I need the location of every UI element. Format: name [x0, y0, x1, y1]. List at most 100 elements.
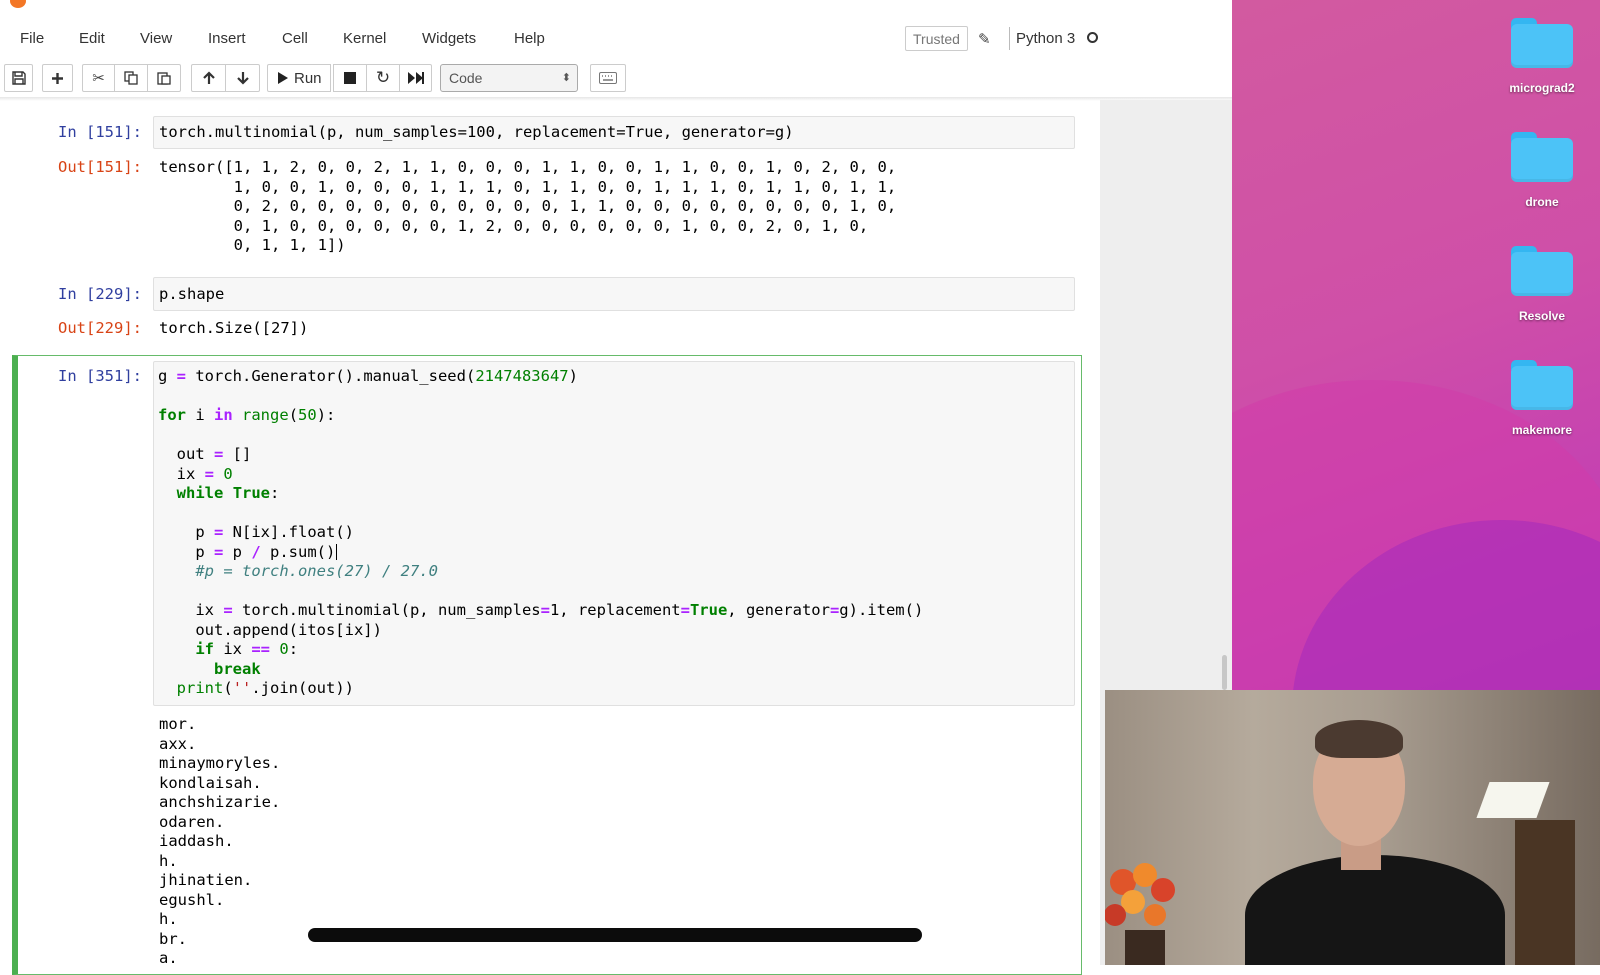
arrow-up-icon — [202, 71, 215, 84]
notebook-title-bar — [0, 0, 1232, 14]
scissors-icon: ✂ — [92, 70, 105, 87]
code-text-151: torch.multinomial(p, num_samples=100, re… — [159, 123, 794, 141]
output-line: kondlaisah. — [159, 773, 262, 792]
folder-icon — [1511, 18, 1573, 68]
code-line: print(''.join(out)) — [176, 679, 355, 697]
text-cursor — [336, 544, 338, 560]
output-line: h. — [159, 910, 178, 928]
output-line: jhinatien. — [159, 871, 253, 889]
menu-insert[interactable]: Insert — [208, 30, 246, 47]
in-prompt-229: In [229]: — [58, 285, 142, 303]
save-button[interactable] — [4, 64, 33, 92]
output-line: egushl. — [159, 890, 225, 909]
desktop-folder-resolve[interactable]: Resolve — [1487, 246, 1597, 323]
webcam-door — [1515, 820, 1575, 965]
folder-label: micrograd2 — [1509, 81, 1575, 95]
copy-button[interactable] — [114, 64, 148, 92]
folder-icon — [1511, 246, 1573, 296]
arrow-down-icon — [236, 72, 249, 85]
folder-icon — [1511, 360, 1573, 410]
keyboard-icon — [599, 72, 617, 84]
output-line: odaren. — [159, 812, 225, 831]
move-up-button[interactable] — [191, 64, 226, 92]
code-line: break — [214, 659, 261, 678]
command-palette-button[interactable] — [590, 64, 626, 92]
menu-widgets[interactable]: Widgets — [422, 30, 476, 47]
desktop-folder-makemore[interactable]: makemore — [1487, 360, 1597, 437]
cut-button[interactable]: ✂ — [82, 64, 115, 92]
code-line: torch.multinomial(p, num_samples=100, re… — [159, 123, 794, 141]
video-progress-overlay — [308, 928, 922, 942]
desktop-folder-drone[interactable]: drone — [1487, 132, 1597, 209]
add-cell-button[interactable] — [42, 64, 73, 92]
kernel-separator — [1009, 27, 1010, 50]
menu-help[interactable]: Help — [514, 30, 545, 47]
output-line: iaddash. — [159, 832, 234, 850]
output-line: a. — [159, 949, 178, 967]
edit-pencil-icon[interactable]: ✎ — [978, 30, 991, 48]
notebook-toolbar: ✂ Run ↻ Code ⬍ — [0, 61, 1232, 95]
paste-button[interactable] — [147, 64, 181, 92]
code-line: ix = 0 — [158, 464, 233, 483]
trusted-indicator[interactable]: Trusted — [905, 26, 968, 51]
move-down-button[interactable] — [225, 64, 260, 92]
save-icon — [11, 71, 26, 85]
notebook-scrollbar[interactable] — [1222, 655, 1227, 690]
header-shadow — [0, 97, 1232, 101]
in-prompt-151: In [151]: — [58, 123, 142, 141]
code-line: g = torch.Generator().manual_seed(214748… — [158, 367, 578, 385]
output-229: torch.Size([27]) — [159, 319, 309, 337]
code-line: out.append(itos[ix]) — [158, 620, 382, 639]
interrupt-button[interactable] — [333, 64, 367, 92]
kernel-name[interactable]: Python 3 — [1016, 30, 1075, 47]
folder-label: Resolve — [1518, 309, 1566, 323]
menu-view[interactable]: View — [140, 30, 172, 47]
kernel-idle-icon — [1087, 32, 1098, 43]
restart-run-all-button[interactable] — [399, 64, 432, 92]
select-arrows-icon: ⬍ — [561, 72, 571, 84]
code-text-229: p.shape — [159, 285, 225, 303]
menu-file[interactable]: File — [20, 30, 44, 47]
webcam-person-body — [1245, 855, 1505, 965]
code-line: for i in range(50): — [158, 406, 336, 424]
webcam-flowers — [1105, 863, 1175, 965]
folder-label: drone — [1525, 195, 1559, 209]
code-input-151[interactable]: torch.multinomial(p, num_samples=100, re… — [153, 116, 1075, 149]
copy-icon — [124, 71, 138, 85]
code-line: #p = torch.ones(27) / 27.0 — [158, 562, 438, 580]
plus-icon — [52, 72, 63, 84]
code-line: p = N[ix].float() — [158, 523, 354, 541]
stop-icon — [344, 72, 356, 84]
code-line: out = [] — [158, 445, 252, 463]
code-line: if ix == 0: — [195, 640, 299, 658]
code-line: ix = torch.multinomial(p, num_samples=1,… — [158, 601, 924, 619]
in-prompt-351: In [351]: — [58, 367, 142, 385]
output-line: br. — [159, 929, 187, 948]
restart-button[interactable]: ↻ — [366, 64, 400, 92]
run-button[interactable]: Run — [267, 64, 331, 92]
output-151: tensor([1, 1, 2, 0, 0, 2, 1, 1, 0, 0, 0,… — [159, 158, 897, 254]
paste-icon — [157, 72, 171, 85]
menu-kernel[interactable]: Kernel — [343, 30, 386, 47]
output-line: axx. — [159, 734, 197, 753]
cell-type-select[interactable]: Code ⬍ — [440, 64, 578, 92]
output-line: minaymoryles. — [159, 754, 281, 772]
webcam-person-hair — [1315, 720, 1403, 758]
webcam-video — [1105, 690, 1600, 965]
play-icon — [278, 72, 288, 84]
output-line: h. — [159, 851, 178, 870]
code-line: while True: — [176, 484, 280, 502]
folder-label: makemore — [1511, 423, 1573, 437]
out-prompt-229: Out[229]: — [58, 319, 142, 337]
code-line: p = p / p.sum() — [158, 542, 338, 561]
output-line: mor. — [159, 715, 197, 733]
desktop-folder-micrograd2[interactable]: micrograd2 — [1487, 18, 1597, 95]
out-prompt-151: Out[151]: — [58, 158, 142, 176]
code-input-229[interactable]: p.shape — [153, 277, 1075, 311]
cell-type-value: Code — [449, 70, 483, 86]
output-line: anchshizarie. — [159, 793, 281, 811]
folder-icon — [1511, 132, 1573, 182]
jupyter-logo — [10, 0, 26, 8]
menu-cell[interactable]: Cell — [282, 30, 308, 47]
menu-edit[interactable]: Edit — [79, 30, 105, 47]
